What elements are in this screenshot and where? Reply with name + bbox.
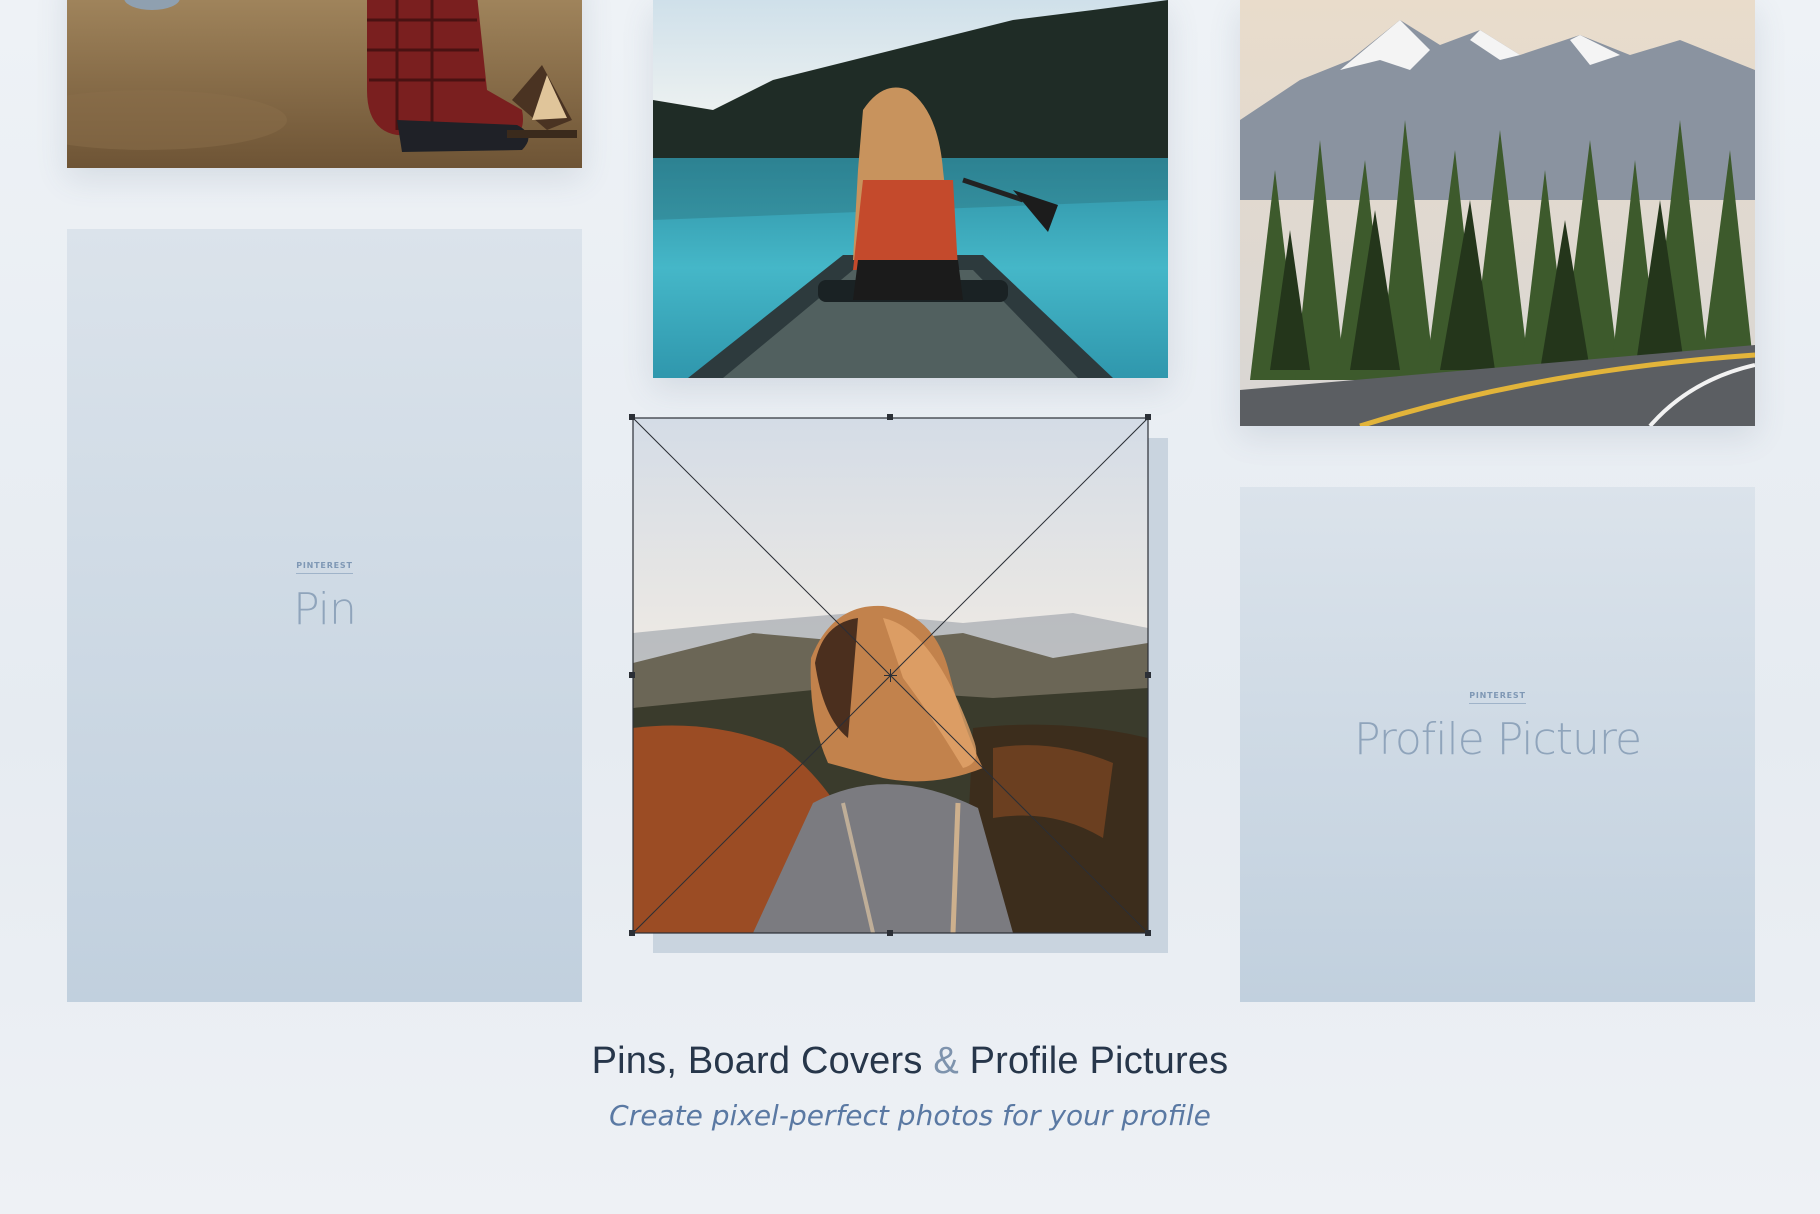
canoe-lake-photo[interactable] bbox=[653, 0, 1168, 378]
crop-handle-top-right[interactable] bbox=[1145, 414, 1151, 420]
crop-handle-top[interactable] bbox=[887, 414, 893, 420]
profile-title: Profile Picture bbox=[1353, 714, 1642, 765]
campfire-photo[interactable] bbox=[67, 0, 582, 168]
crop-handle-top-left[interactable] bbox=[629, 414, 635, 420]
crop-handle-bottom-left[interactable] bbox=[629, 930, 635, 936]
crop-frame[interactable] bbox=[629, 414, 1151, 936]
crop-handle-left[interactable] bbox=[629, 672, 635, 678]
pin-kicker: PINTEREST bbox=[296, 561, 353, 574]
profile-kicker: PINTEREST bbox=[1469, 691, 1526, 704]
pin-title: Pin bbox=[293, 584, 357, 635]
caption-title: Pins, Board Covers & Profile Pictures bbox=[0, 1040, 1820, 1083]
mountain-road-photo[interactable] bbox=[1240, 0, 1755, 426]
hiker-photo bbox=[633, 418, 1148, 933]
crop-handle-bottom[interactable] bbox=[887, 930, 893, 936]
pin-placeholder-panel: PINTEREST Pin bbox=[67, 229, 582, 1002]
crop-handle-bottom-right[interactable] bbox=[1145, 930, 1151, 936]
profile-placeholder-panel: PINTEREST Profile Picture bbox=[1240, 487, 1755, 1002]
caption-ampersand: & bbox=[933, 1040, 959, 1082]
caption-title-part2: Profile Pictures bbox=[969, 1040, 1229, 1082]
caption: Pins, Board Covers & Profile Pictures Cr… bbox=[0, 1040, 1820, 1132]
crop-handle-right[interactable] bbox=[1145, 672, 1151, 678]
caption-subtitle: Create pixel-perfect photos for your pro… bbox=[609, 1099, 1211, 1132]
caption-title-part1: Pins, Board Covers bbox=[591, 1040, 923, 1082]
